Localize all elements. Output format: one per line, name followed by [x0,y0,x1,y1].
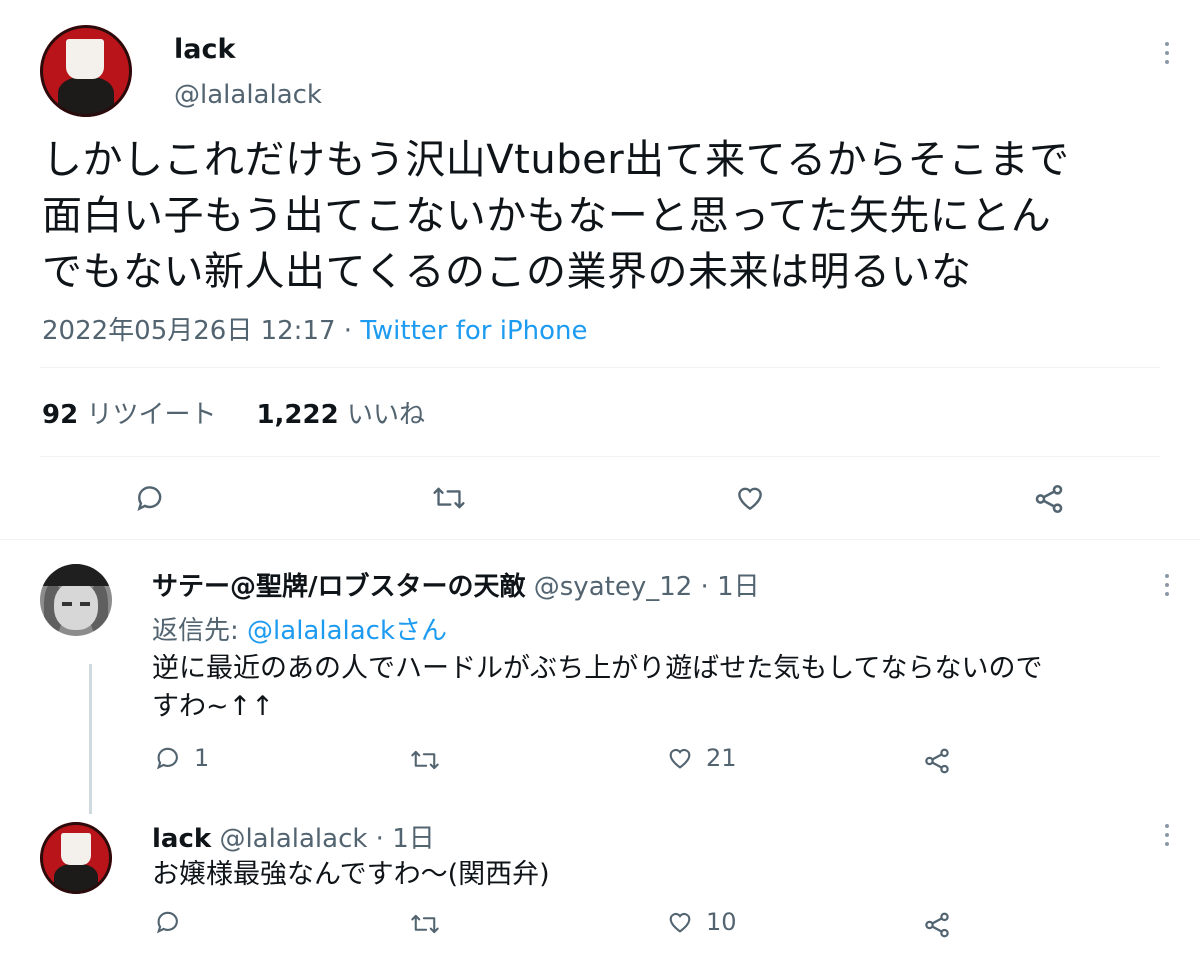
retweet-label: リツイート [86,400,217,430]
reply-button[interactable] [154,908,182,936]
like-count: 21 [706,744,737,772]
reply-text: 逆に最近のあの人でハードルがぶち上がり遊ばせた気もしてならないので すわ~↑↑ [152,650,1152,726]
share-button[interactable] [1032,482,1066,516]
avatar[interactable] [40,25,132,117]
share-button[interactable] [922,746,952,776]
reply-text-line: 逆に最近のあの人でハードルがぶち上がり遊ばせた気もしてならないので [152,653,1043,684]
share-icon [1035,484,1063,514]
more-icon[interactable] [1162,824,1172,846]
divider [40,367,1160,368]
main-tweet: lack @lalalalack しかしこれだけもう沢山Vtuber出て来てるか… [0,0,1200,540]
avatar[interactable] [40,564,112,636]
tweet-detail-page: lack @lalalalack しかしこれだけもう沢山Vtuber出て来てるか… [0,0,1200,958]
avatar[interactable] [40,822,112,894]
retweet-icon [411,750,439,770]
replying-to: 返信先: @lalalalackさん [152,610,447,647]
retweet-icon [411,914,439,934]
reply-header: サテー@聖牌/ロブスターの天敵 @syatey_12 · 1日 [152,572,760,602]
like-button[interactable] [734,482,766,514]
author-name[interactable]: lack [174,34,235,65]
tweet-text-line: でもない新人出てくるのこの業界の未来は明るいな [42,249,972,295]
share-icon [925,748,949,774]
heart-icon [738,487,762,511]
more-icon[interactable] [1162,574,1172,596]
reply-icon [156,747,178,770]
reply-time[interactable]: 1日 [717,572,760,602]
tweet-text-line: 面白い子もう出てこないかもなーと思ってた矢先にとん [42,193,1052,239]
reply-button[interactable] [134,482,166,514]
reply-count: 1 [194,744,210,772]
tweet-meta: 2022年05月26日 12:17 · Twitter for iPhone [42,310,588,347]
divider [40,456,1160,457]
reply-button[interactable]: 1 [154,744,209,772]
reply-text: お嬢様最強なんですわ〜(関西弁) [152,856,1152,894]
replying-to-handle[interactable]: @lalalalackさん [247,616,447,646]
reply-author-handle[interactable]: @lalalalack [219,824,367,854]
retweet-button[interactable] [410,910,440,938]
like-stat[interactable]: 1,222 いいね [256,400,425,430]
like-button[interactable]: 10 [666,908,737,936]
retweet-button[interactable] [432,482,466,514]
like-label: いいね [346,400,425,430]
retweet-button[interactable] [410,746,440,774]
like-button[interactable]: 21 [666,744,737,772]
engagement-stats: 92 リツイート 1,222 いいね [42,394,425,431]
like-count: 10 [706,908,737,936]
tweet-timestamp[interactable]: 2022年05月26日 12:17 [42,316,336,346]
meta-separator: · [335,316,361,346]
retweet-stat[interactable]: 92 リツイート [42,400,216,430]
reply-text-line: お嬢様最強なんですわ〜(関西弁) [152,859,550,890]
share-icon [925,912,949,938]
thread-connector [89,664,92,814]
reply-time[interactable]: 1日 [392,824,435,854]
tweet-source[interactable]: Twitter for iPhone [360,316,587,346]
retweet-count: 92 [42,400,79,430]
heart-icon [669,912,691,933]
tweet-text-line: しかしこれだけもう沢山Vtuber出て来てるからそこまで [42,137,1070,183]
reply-text-line: すわ~↑↑ [152,691,274,722]
reply-icon [137,486,162,511]
replying-to-label: 返信先: [152,616,248,646]
like-count: 1,222 [256,400,339,430]
reply-author-name[interactable]: lack [152,824,211,854]
reply-icon [156,911,178,934]
author-handle[interactable]: @lalalalack [174,80,322,110]
reply-author-handle[interactable]: @syatey_12 [534,572,693,602]
reply-author-name[interactable]: サテー@聖牌/ロブスターの天敵 [152,572,526,602]
heart-icon [669,748,691,769]
reply-header: lack @lalalalack · 1日 [152,824,435,854]
tweet-text: しかしこれだけもう沢山Vtuber出て来てるからそこまで 面白い子もう出てこない… [42,132,1162,300]
retweet-icon [433,487,465,509]
share-button[interactable] [922,910,952,940]
more-icon[interactable] [1162,42,1172,64]
